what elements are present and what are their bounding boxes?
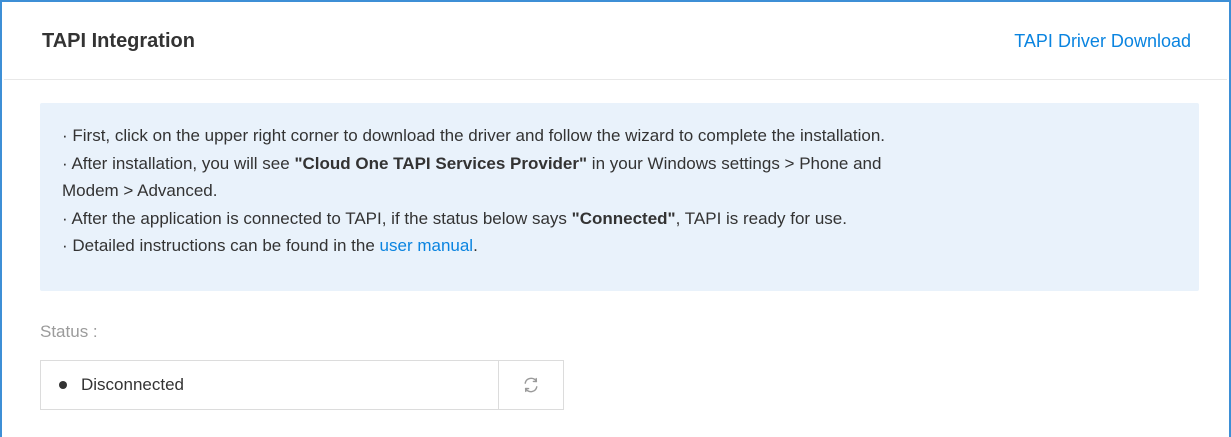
status-value-area: Disconnected: [41, 361, 498, 409]
refresh-icon: [524, 377, 538, 393]
instruction-text: , TAPI is ready for use.: [675, 208, 847, 228]
status-label: Status :: [40, 322, 98, 341]
refresh-button[interactable]: [498, 361, 563, 409]
instruction-line-1: · First, click on the upper right corner…: [62, 122, 1177, 150]
instruction-line-5: · Detailed instructions can be found in …: [62, 232, 1177, 260]
instruction-line-4: · After the application is connected to …: [62, 205, 1177, 233]
connected-keyword-text: "Connected": [571, 208, 676, 228]
instruction-text: · Detailed instructions can be found in …: [62, 236, 380, 255]
status-dot-icon: [59, 381, 67, 389]
user-manual-link[interactable]: user manual: [380, 236, 474, 255]
tapi-driver-download-link[interactable]: TAPI Driver Download: [1014, 31, 1191, 52]
instruction-text: .: [473, 236, 478, 255]
instruction-text: · After installation, you will see: [62, 153, 295, 173]
instruction-line-3: Modem > Advanced.: [62, 177, 1177, 205]
page-title: TAPI Integration: [42, 30, 195, 52]
instruction-text: in your Windows settings > Phone and: [587, 153, 882, 173]
provider-name-text: "Cloud One TAPI Services Provider": [294, 153, 588, 173]
status-value: Disconnected: [81, 375, 185, 394]
tapi-panel: TAPI Integration TAPI Driver Download · …: [0, 0, 1231, 437]
panel-header: TAPI Integration TAPI Driver Download: [4, 4, 1227, 80]
instruction-text: · After the application is connected to …: [62, 208, 572, 228]
instruction-text: · First, click on the upper right corner…: [62, 126, 886, 145]
status-field: Disconnected: [40, 360, 564, 410]
instruction-line-2: · After installation, you will see "Clou…: [62, 150, 1177, 178]
instruction-text: Modem > Advanced.: [62, 181, 218, 200]
instructions-box: · First, click on the upper right corner…: [40, 103, 1199, 291]
